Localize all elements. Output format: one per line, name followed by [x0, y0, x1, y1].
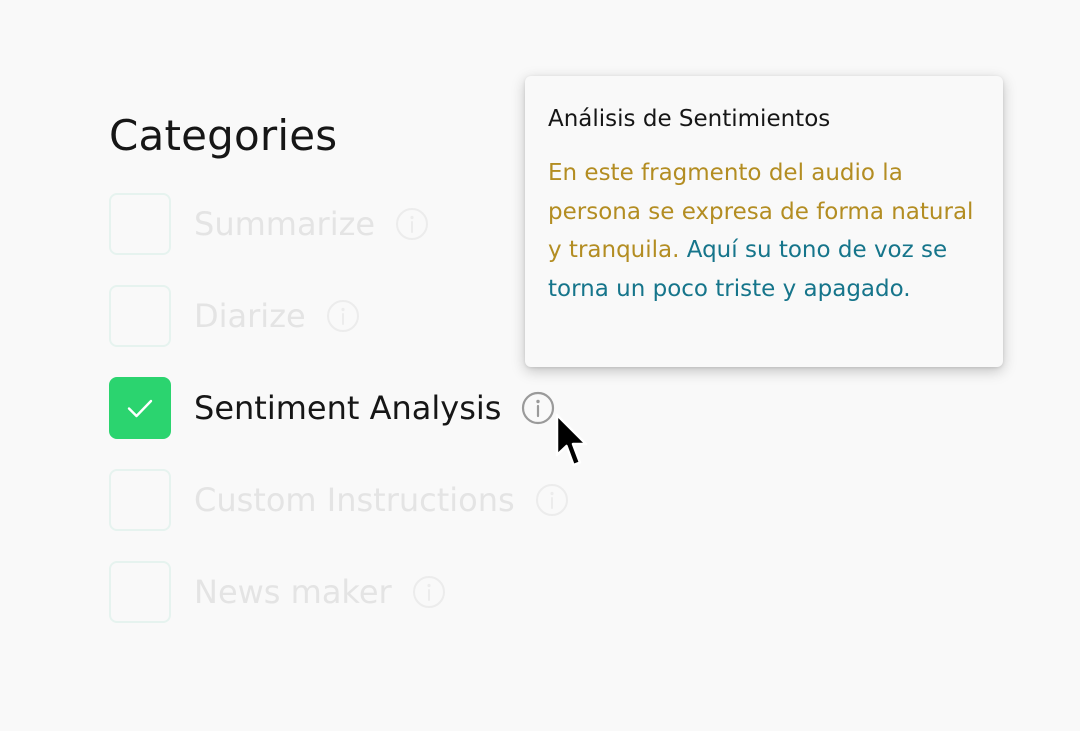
tooltip-body: En este fragmento del audio la persona s… — [548, 154, 981, 308]
info-icon[interactable] — [326, 299, 360, 333]
category-item-custom-instructions[interactable]: Custom Instructions — [109, 469, 569, 531]
info-icon[interactable] — [535, 483, 569, 517]
check-icon — [127, 399, 153, 418]
category-item-diarize[interactable]: Diarize — [109, 285, 569, 347]
category-label-news-maker: News maker — [194, 573, 392, 611]
category-label-summarize: Summarize — [194, 205, 376, 243]
info-icon[interactable] — [395, 207, 429, 241]
checkbox-diarize[interactable] — [109, 285, 171, 347]
checkbox-custom-instructions[interactable] — [109, 469, 171, 531]
category-label-custom-instructions: Custom Instructions — [194, 481, 515, 519]
info-icon[interactable] — [521, 391, 555, 425]
checkbox-news-maker[interactable] — [109, 561, 171, 623]
category-item-sentiment-analysis[interactable]: Sentiment Analysis — [109, 377, 569, 439]
checkbox-sentiment-analysis[interactable] — [109, 377, 171, 439]
tooltip-title: Análisis de Sentimientos — [548, 106, 831, 132]
checkbox-summarize[interactable] — [109, 193, 171, 255]
page-title: Categories — [109, 111, 338, 160]
category-item-news-maker[interactable]: News maker — [109, 561, 569, 623]
category-item-summarize[interactable]: Summarize — [109, 193, 569, 255]
category-list: Summarize Diarize Sentiment Analysis Cus… — [109, 193, 569, 653]
sentiment-tooltip: Análisis de Sentimientos En este fragmen… — [525, 76, 1003, 367]
category-label-sentiment-analysis: Sentiment Analysis — [194, 389, 502, 427]
category-label-diarize: Diarize — [194, 297, 306, 335]
info-icon[interactable] — [412, 575, 446, 609]
